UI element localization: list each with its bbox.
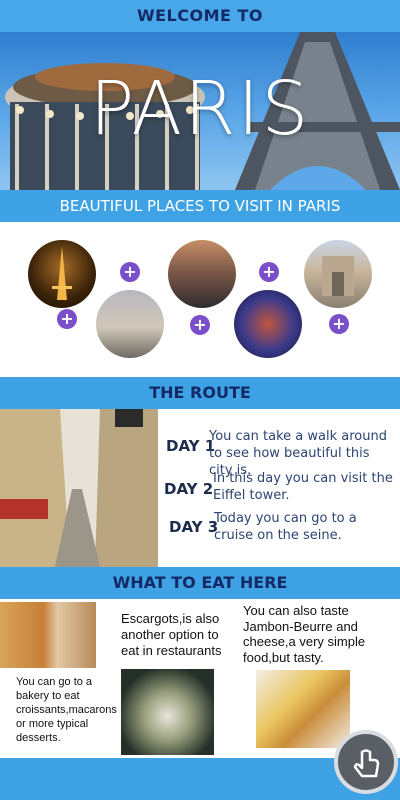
plus-icon[interactable]: + xyxy=(259,262,279,282)
place-arc-de-triomphe-photo[interactable] xyxy=(304,240,372,308)
escargots-photo xyxy=(121,669,214,755)
eiffel-tower-icon xyxy=(52,246,72,300)
header-title: WELCOME TO xyxy=(136,6,264,25)
plus-icon[interactable]: + xyxy=(190,315,210,335)
plus-icon[interactable]: + xyxy=(120,262,140,282)
plus-icon[interactable]: + xyxy=(329,314,349,334)
places-gallery: + + + + + xyxy=(0,222,400,377)
tap-action-button[interactable] xyxy=(334,730,398,794)
place-notre-dame-photo[interactable] xyxy=(234,290,302,358)
arc-de-triomphe-icon xyxy=(322,256,354,296)
street-illustration xyxy=(0,409,158,567)
places-title: BEAUTIFUL PLACES TO VISIT IN PARIS xyxy=(59,197,341,215)
route-day-label: DAY 3 xyxy=(169,518,219,536)
place-eiffel-tower-photo[interactable] xyxy=(28,240,96,308)
eat-bakery-text: You can go to a bakery to eat croissants… xyxy=(16,676,117,744)
bakery-photo xyxy=(0,602,96,668)
place-louvre-photo[interactable] xyxy=(96,290,164,358)
route-day-label: DAY 1 xyxy=(166,437,216,455)
route-day-text: In this day you can visit the Eiffel tow… xyxy=(213,471,393,503)
plus-icon[interactable]: + xyxy=(57,309,77,329)
eat-title: WHAT TO EAT HERE xyxy=(112,573,288,592)
tap-hand-icon xyxy=(353,749,380,778)
jambon-beurre-photo xyxy=(256,670,350,748)
eat-jambon-text: You can also taste Jambon-Beurre and che… xyxy=(243,603,366,665)
route-day-text: Today you can go to a cruise on the sein… xyxy=(214,511,357,543)
place-seine-photo[interactable] xyxy=(168,240,236,308)
eat-escargots-text: Escargots,is also another option to eat … xyxy=(121,611,222,658)
route-title: THE ROUTE xyxy=(149,383,251,402)
hero-title: PARIS xyxy=(89,66,311,152)
route-day-label: DAY 2 xyxy=(164,480,214,498)
route-street-photo xyxy=(0,409,158,567)
